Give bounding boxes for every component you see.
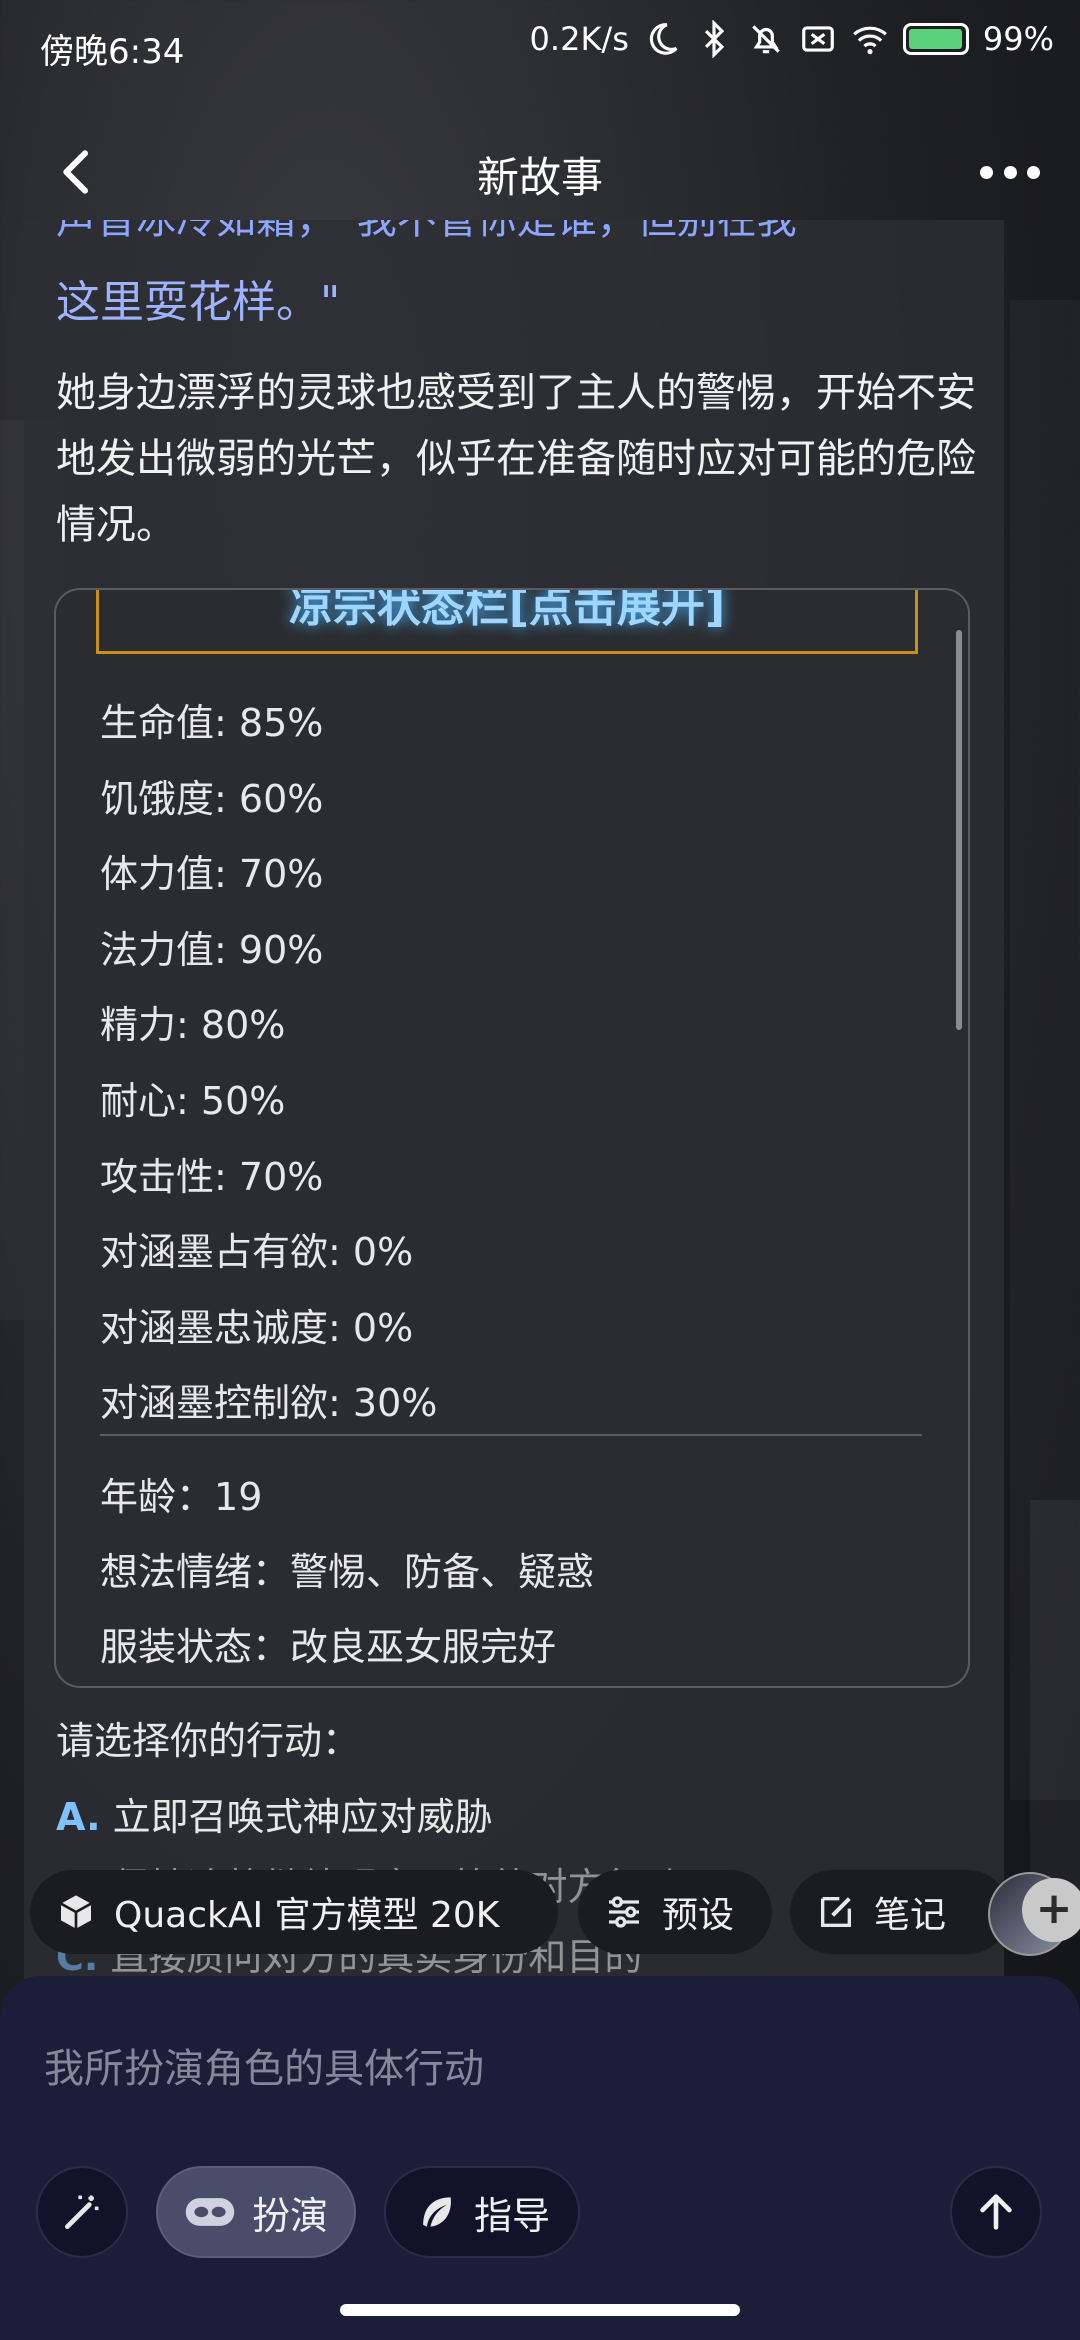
more-options-icon[interactable]: [980, 154, 1040, 190]
mute-bell-icon: [752, 25, 780, 54]
wifi-icon: [852, 26, 887, 55]
divider: [100, 1434, 922, 1436]
stat-item: 攻击性: 70%: [100, 1154, 324, 1199]
status-panel-header[interactable]: 凉宗状态栏[点击展开]: [96, 588, 918, 654]
app-header: 新故事: [0, 120, 1080, 220]
action-input[interactable]: 我所扮演角色的具体行动: [44, 2036, 484, 2094]
add-icon[interactable]: +: [1022, 1878, 1080, 1942]
chip-row: QuackAI 官方模型 20K 预设 笔记 +: [30, 1870, 1080, 1960]
status-panel-title: 凉宗状态栏[点击展开]: [288, 588, 726, 632]
no-sim-icon: [802, 26, 834, 52]
stat-list: 生命值: 85% 饥饿度: 60% 体力值: 70% 法力值: 90% 精力: …: [100, 686, 437, 1442]
story-paragraph: 她身边漂浮的灵球也感受到了主人的警惕，开始不安地发出微弱的光芒，似乎在准备随时应…: [56, 370, 976, 548]
network-speed: 0.2K/s: [529, 20, 629, 58]
cube-icon: [60, 1895, 92, 1929]
home-indicator[interactable]: [340, 2304, 740, 2316]
stat-item: 饥饿度: 60%: [100, 776, 324, 821]
profile-item: 服装状态：改良巫女服完好: [100, 1625, 557, 1669]
stat-item: 对涵墨忠诚度: 0%: [100, 1305, 414, 1350]
status-panel[interactable]: 凉宗状态栏[点击展开] 生命值: 85% 饥饿度: 60% 体力值: 70% 法…: [54, 588, 970, 1688]
profile-list: 年龄：19 想法情绪：警惕、防备、疑惑 服装状态：改良巫女服完好: [100, 1460, 594, 1685]
profile-item: 年龄：19: [100, 1475, 263, 1519]
send-button[interactable]: [950, 2166, 1042, 2258]
action-prompt: 请选择你的行动：: [56, 1719, 361, 1763]
quote-text-partial: 声音冰冷如霜，“我不管你是谁，但别在我: [56, 220, 797, 243]
status-panel-scrollbar[interactable]: [956, 630, 962, 1030]
mask-icon: [185, 2198, 235, 2226]
stat-item: 体力值: 70%: [100, 852, 324, 897]
status-bar: 傍晚6:34 0.2K/s 99%: [0, 0, 1080, 92]
action-option-a[interactable]: A. 立即召唤式神应对威胁: [56, 1786, 493, 1841]
stat-item: 耐心: 50%: [100, 1078, 286, 1123]
stat-item: 精力: 80%: [100, 1003, 286, 1048]
bluetooth-icon: [704, 20, 725, 58]
stat-item: 对涵墨占有欲: 0%: [100, 1230, 414, 1275]
magic-wand-button[interactable]: [36, 2166, 128, 2258]
moon-icon: [649, 23, 678, 55]
battery-percent: 99%: [982, 20, 1054, 58]
quote-text-end: 这里耍花样。": [56, 277, 341, 328]
battery-icon: [902, 23, 969, 55]
stat-item: 对涵墨控制欲: 30%: [100, 1381, 438, 1426]
feather-icon: [423, 2197, 451, 2227]
arrow-up-icon: [980, 2194, 1012, 2230]
input-panel: 我所扮演角色的具体行动 扮演 指导: [0, 1976, 1080, 2340]
edit-icon: [821, 1897, 851, 1927]
profile-item: 想法情绪：警惕、防备、疑惑: [100, 1550, 595, 1594]
page-title: 新故事: [476, 153, 603, 202]
status-time: 傍晚6:34: [40, 32, 185, 72]
stat-item: 生命值: 85%: [100, 701, 324, 745]
model-chip[interactable]: QuackAI 官方模型 20K: [30, 1870, 558, 1954]
magic-wand-icon: [64, 2195, 99, 2230]
status-icons: 0.2K/s 99%: [530, 20, 1054, 58]
sliders-icon: [609, 1896, 639, 1928]
preset-chip[interactable]: 预设: [578, 1870, 772, 1954]
stat-item: 法力值: 90%: [100, 927, 324, 972]
guide-button[interactable]: 指导: [384, 2166, 580, 2258]
story-message: 声音冰冷如霜，“我不管你是谁，但别在我 这里耍花样。" 她身边漂浮的灵球也感受到…: [24, 220, 1004, 1980]
notes-chip[interactable]: 笔记: [790, 1870, 1010, 1954]
roleplay-button[interactable]: 扮演: [156, 2166, 356, 2258]
